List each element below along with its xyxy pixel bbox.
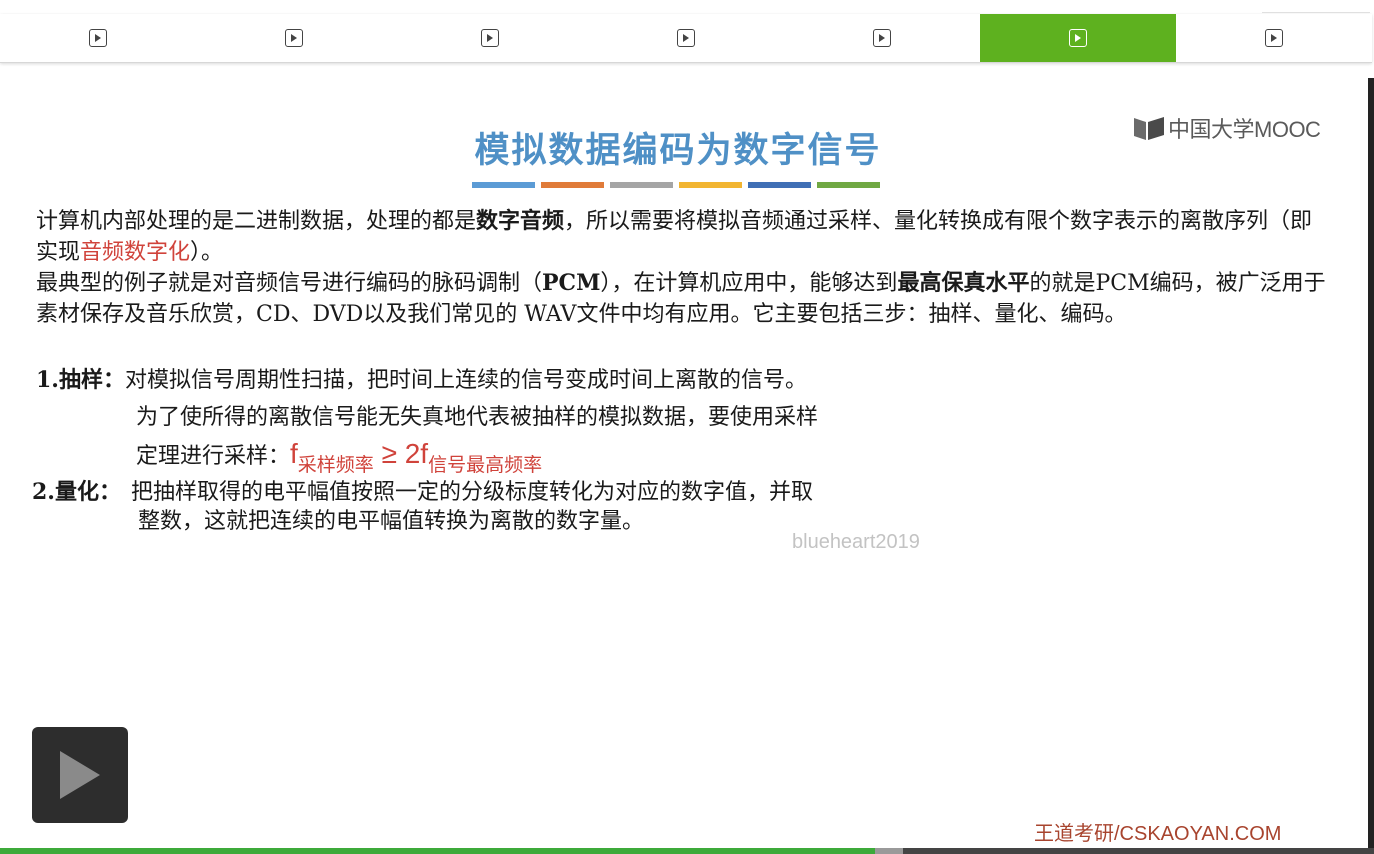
step-label: 1.抽样： [36,367,125,393]
divider-segment [748,182,811,188]
tab-video-2[interactable] [196,14,392,62]
play-square-icon [89,29,107,47]
step-text: 对模拟信号周期性扫描，把时间上连续的信号变成时间上离散的信号。 [124,368,807,393]
video-progress-bar[interactable] [0,848,1374,854]
tab-video-5[interactable] [784,14,980,62]
text: ），在计算机应用中，能够达到 [600,271,898,296]
color-divider [472,182,880,188]
slide-title: 模拟数据编码为数字信号 [474,131,882,171]
bold-text: PCM [542,270,601,296]
sampling-theorem-formula: f采样频率 ≥ 2f信号最高频率 [290,438,542,476]
tab-video-6-active[interactable] [980,14,1176,62]
play-square-icon [873,29,891,47]
watermark: blueheart2019 [792,531,920,553]
buffered-bar [875,848,903,854]
bold-text: 数字音频 [476,208,565,234]
divider-segment [610,182,673,188]
tab-video-7[interactable] [1176,14,1372,62]
divider-segment [817,182,880,188]
formula-text: f [290,438,298,469]
footer-brand: 王道考研/CSKAOYAN.COM [1034,823,1282,845]
highlight-text: 音频数字化 [80,240,191,265]
step-quantization-line2: 整数，这就把连续的电平幅值转换为离散的数字量。 [138,504,644,540]
play-square-icon [285,29,303,47]
step-label: 2.量化： [32,479,121,505]
text: ）。 [190,240,224,265]
played-bar [0,848,876,854]
play-button[interactable] [32,727,128,823]
step-text: 为了使所得的离散信号能无失真地代表被抽样的模拟数据，要使用采样 [136,405,819,430]
formula-text: ≥ 2f [373,438,429,469]
chapter-tab-bar [0,14,1372,63]
formula-subscript: 信号最高频率 [428,454,543,476]
play-square-icon [481,29,499,47]
text: 计算机内部处理的是二进制数据，处理的都是 [36,209,477,234]
top-right-panel-edge [1262,0,1370,13]
divider-segment [541,182,604,188]
play-square-icon [1069,29,1087,47]
step-text: 把抽样取得的电平幅值按照一定的分级标度转化为对应的数字值，并取 [130,480,813,505]
slide-edge [1368,78,1374,848]
tab-video-3[interactable] [392,14,588,62]
play-square-icon [1265,29,1283,47]
divider-segment [472,182,535,188]
tab-video-1[interactable] [0,14,196,62]
slide-body: 计算机内部处理的是二进制数据，处理的都是数字音频，所以需要将模拟音频通过采样、量… [36,206,1326,330]
formula-subscript: 采样频率 [297,454,374,476]
divider-segment [679,182,742,188]
play-icon [60,751,100,799]
paragraph-intro: 计算机内部处理的是二进制数据，处理的都是数字音频，所以需要将模拟音频通过采样、量… [36,206,1326,268]
bold-text: 最高保真水平 [897,270,1030,296]
step-sampling-line2: 为了使所得的离散信号能无失真地代表被抽样的模拟数据，要使用采样 [136,400,818,436]
play-square-icon [677,29,695,47]
paragraph-pcm: 最典型的例子就是对音频信号进行编码的脉码调制（PCM），在计算机应用中，能够达到… [36,268,1326,330]
step-text: 整数，这就把连续的电平幅值转换为离散的数字量。 [138,509,645,534]
step-sampling: 1.抽样：对模拟信号周期性扫描，把时间上连续的信号变成时间上离散的信号。 [36,362,807,399]
step-text: 定理进行采样： [136,444,291,469]
tab-video-4[interactable] [588,14,784,62]
text: 最典型的例子就是对音频信号进行编码的脉码调制（ [36,271,543,296]
